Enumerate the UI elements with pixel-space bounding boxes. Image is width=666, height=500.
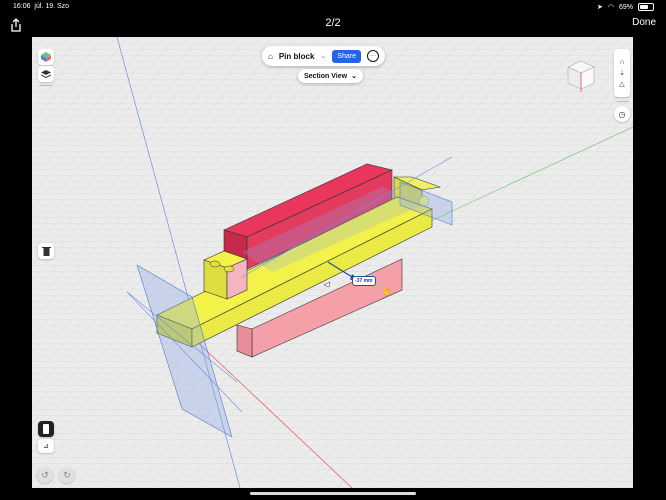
battery-percent: 69% xyxy=(618,3,633,11)
done-button[interactable]: Done xyxy=(632,17,656,28)
view-cube[interactable] xyxy=(566,59,596,93)
home-indicator xyxy=(250,492,416,495)
status-bar: 16:06 júl. 19. Szo ➤ ◠ 69% xyxy=(0,0,666,14)
battery-icon xyxy=(638,3,654,11)
location-icon: ➤ xyxy=(597,4,603,11)
selection-mode-icon[interactable] xyxy=(38,421,54,437)
undo-icon[interactable]: ↺ xyxy=(37,467,53,483)
chevron-down-icon: ⌄ xyxy=(351,73,357,80)
trash-icon[interactable] xyxy=(38,243,54,259)
measure-icon[interactable]: ⊿ xyxy=(38,439,54,453)
pin-block xyxy=(203,250,248,300)
snap-tools: ∩ ⇣ △ xyxy=(614,49,630,97)
layers-icon[interactable] xyxy=(38,66,54,82)
appearance-icon[interactable] xyxy=(38,49,54,65)
document-name[interactable]: Pin block xyxy=(279,52,315,61)
cursor-hand-icon: ✋ xyxy=(382,287,392,296)
redo-icon[interactable]: ↻ xyxy=(59,467,75,483)
dimension-label[interactable]: -37 mm xyxy=(352,276,376,286)
share-button[interactable]: Share xyxy=(332,49,361,63)
scene-canvas[interactable] xyxy=(32,37,633,488)
document-toolbar: ⌂ Pin block ⌄ Share ··· xyxy=(262,46,385,66)
page-indicator: 2/2 xyxy=(325,17,341,29)
more-options-icon[interactable]: ··· xyxy=(366,50,379,62)
view-mode-selector[interactable]: Section View ⌄ xyxy=(298,69,363,83)
magnet-icon[interactable]: ∩ xyxy=(619,59,624,66)
view-mode-label: Section View xyxy=(304,72,348,80)
history-icon[interactable]: ◷ xyxy=(614,106,630,122)
chevron-down-icon[interactable]: ⌄ xyxy=(320,52,326,60)
home-icon[interactable]: ⌂ xyxy=(268,52,273,61)
model-viewport[interactable]: -37 mm ✋ ⌂ Pin block ⌄ Share ··· Section… xyxy=(32,37,633,488)
status-time: 16:06 júl. 19. Szo xyxy=(13,3,70,10)
snap-distance-icon[interactable]: ⇣ xyxy=(619,69,625,77)
status-right: ➤ ◠ 69% xyxy=(597,3,654,11)
perspective-icon[interactable]: △ xyxy=(619,80,624,88)
wifi-icon: ◠ xyxy=(607,4,614,11)
top-bar: 2/2 Done xyxy=(0,14,666,38)
